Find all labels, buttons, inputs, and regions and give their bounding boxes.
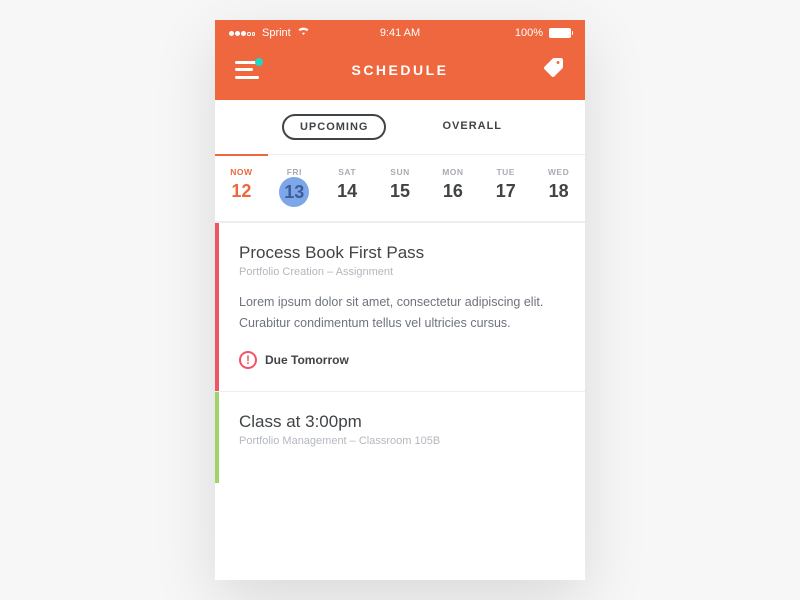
tag-icon[interactable]	[541, 55, 565, 84]
carrier-label: Sprint	[262, 27, 291, 39]
day-number: 17	[479, 182, 532, 200]
phone-frame: Sprint 9:41 AM 100% SCHEDULE UPCOMING OV…	[215, 20, 585, 580]
day-label: MON	[426, 167, 479, 177]
day-number: 14	[321, 182, 374, 200]
day-number: 15	[374, 182, 427, 200]
day-label: FRI	[268, 167, 321, 177]
day-number: 18	[532, 182, 585, 200]
alert-icon: !	[239, 351, 257, 369]
tab-bar: UPCOMING OVERALL	[215, 100, 585, 155]
day-label: TUE	[479, 167, 532, 177]
due-row: ! Due Tomorrow	[239, 351, 563, 369]
day-strip: NOW 12 FRI 13 SAT 14 SUN 15 MON 16 TUE 1…	[215, 155, 585, 222]
schedule-card[interactable]: Class at 3:00pm Portfolio Management – C…	[215, 391, 585, 483]
day-number: 13	[279, 177, 309, 207]
notification-dot-icon	[255, 58, 263, 66]
battery-label: 100%	[515, 27, 543, 39]
day-item-sun[interactable]: SUN 15	[374, 155, 427, 221]
day-item-wed[interactable]: WED 18	[532, 155, 585, 221]
signal-dots-icon	[229, 27, 256, 39]
wifi-icon	[297, 26, 310, 39]
due-text: Due Tomorrow	[265, 353, 349, 367]
menu-button[interactable]	[235, 61, 259, 79]
day-indicator	[215, 154, 268, 156]
nav-bar: SCHEDULE	[215, 41, 585, 100]
day-item-sat[interactable]: SAT 14	[321, 155, 374, 221]
day-item-now[interactable]: NOW 12	[215, 155, 268, 221]
card-subtitle: Portfolio Management – Classroom 105B	[239, 435, 563, 447]
page-title: SCHEDULE	[351, 62, 448, 78]
tab-overall[interactable]: OVERALL	[426, 114, 518, 140]
clock: 9:41 AM	[343, 27, 457, 39]
day-label: SUN	[374, 167, 427, 177]
day-item-mon[interactable]: MON 16	[426, 155, 479, 221]
day-item-fri[interactable]: FRI 13	[268, 155, 321, 221]
day-number: 12	[215, 182, 268, 200]
day-label: NOW	[215, 167, 268, 177]
card-title: Class at 3:00pm	[239, 412, 563, 432]
tab-upcoming[interactable]: UPCOMING	[282, 114, 387, 140]
card-body: Lorem ipsum dolor sit amet, consectetur …	[239, 292, 563, 335]
card-title: Process Book First Pass	[239, 243, 563, 263]
day-label: SAT	[321, 167, 374, 177]
status-bar: Sprint 9:41 AM 100%	[215, 20, 585, 41]
battery-icon	[549, 28, 571, 38]
card-accent-bar	[215, 223, 219, 391]
card-subtitle: Portfolio Creation – Assignment	[239, 266, 563, 278]
day-item-tue[interactable]: TUE 17	[479, 155, 532, 221]
day-label: WED	[532, 167, 585, 177]
card-accent-bar	[215, 392, 219, 483]
schedule-card[interactable]: Process Book First Pass Portfolio Creati…	[215, 222, 585, 391]
day-number: 16	[426, 182, 479, 200]
